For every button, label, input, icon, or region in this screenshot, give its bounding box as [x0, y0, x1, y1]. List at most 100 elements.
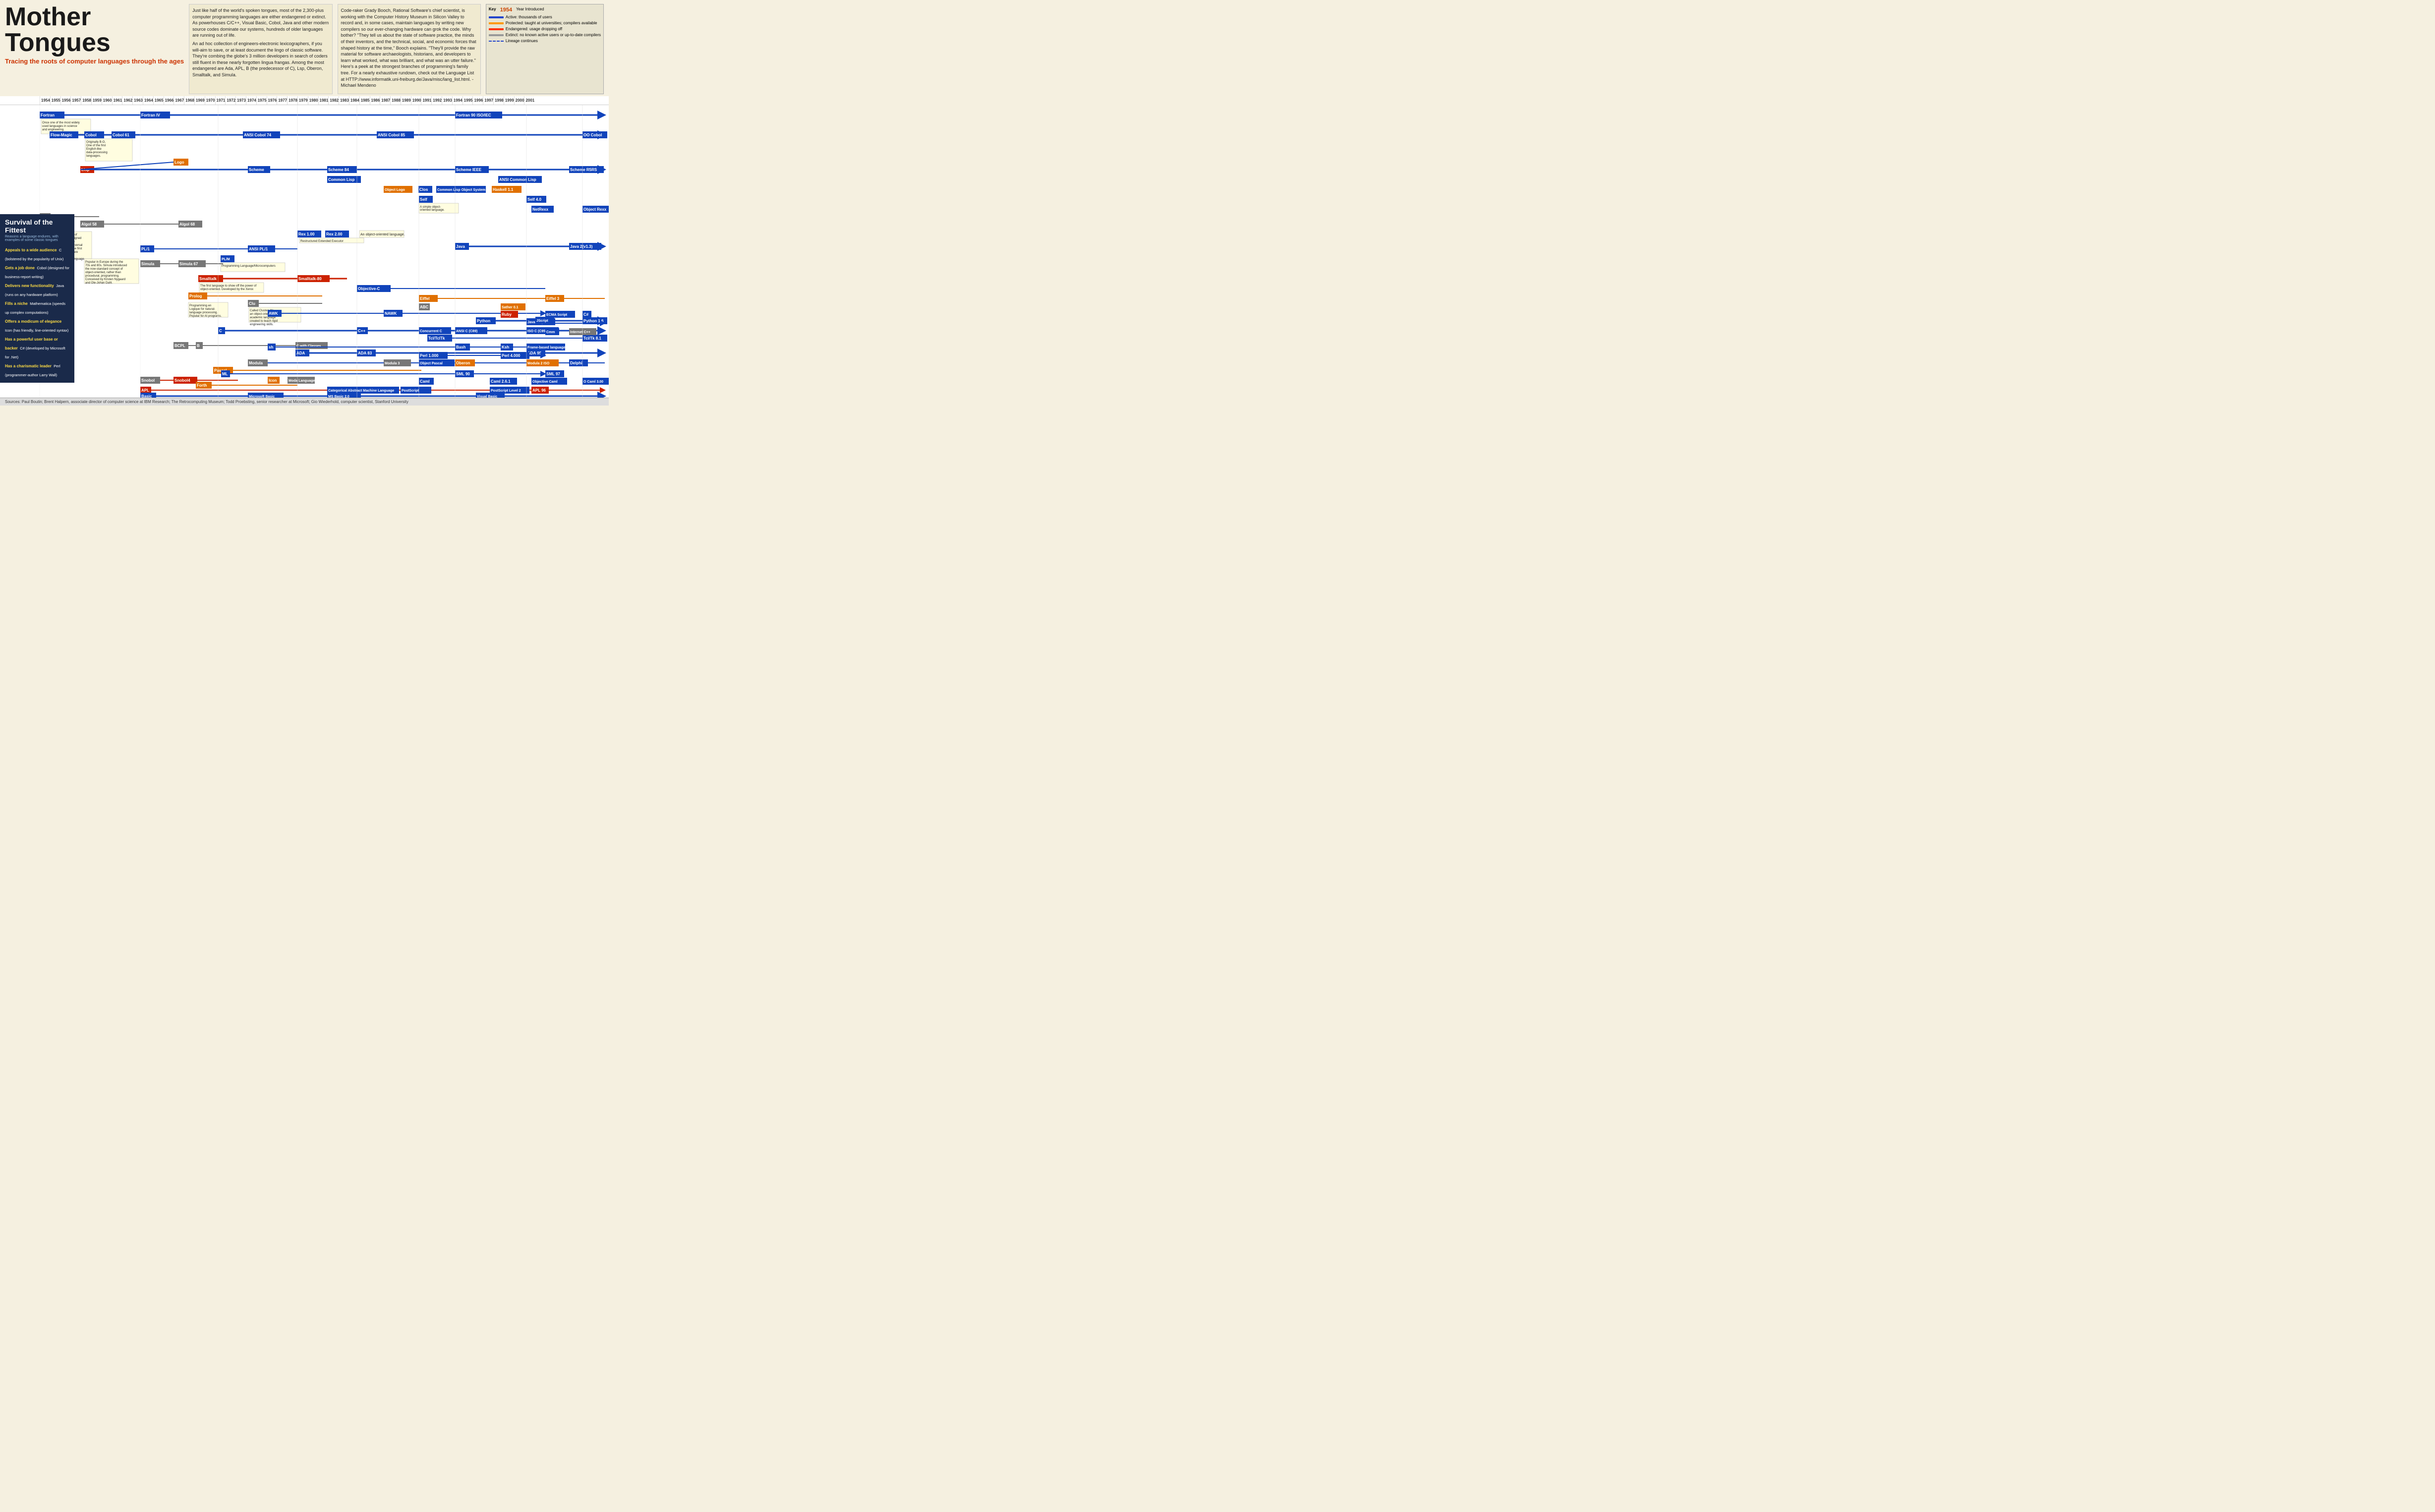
svg-text:Once one of the most widely: Once one of the most widely [42, 121, 80, 124]
year-1994: 1994 [452, 96, 463, 105]
key-protected-item: Protected: taught at universities; compi… [489, 21, 601, 25]
svg-text:Perl 1.000: Perl 1.000 [420, 353, 439, 358]
svg-text:language processing.: language processing. [189, 311, 218, 314]
svg-text:Modula 3: Modula 3 [385, 362, 400, 365]
svg-text:Sather 0.1: Sather 0.1 [502, 306, 519, 309]
svg-text:sh: sh [269, 345, 273, 349]
survival-title: Survival of the Fittest [5, 218, 69, 234]
year-1957: 1957 [70, 96, 81, 105]
svg-text:MS Basic 2.0: MS Basic 2.0 [328, 395, 349, 398]
title-block: MotherTongues Tracing the roots of compu… [5, 4, 184, 94]
svg-text:Smalltalk-80: Smalltalk-80 [298, 277, 322, 281]
svg-text:Cobol 61: Cobol 61 [113, 133, 129, 137]
svg-text:ANSI Common Lisp: ANSI Common Lisp [499, 177, 536, 182]
svg-text:Clu: Clu [249, 301, 255, 306]
svg-text:Ruby: Ruby [502, 312, 512, 317]
svg-text:Forth: Forth [197, 383, 207, 388]
key-year-sub: Year Introduced [516, 7, 544, 13]
svg-text:ADA 83: ADA 83 [358, 351, 372, 355]
year-1966: 1966 [164, 96, 174, 105]
svg-text:Clos: Clos [419, 187, 428, 192]
survival-panel: Survival of the Fittest Reasons a langua… [0, 214, 74, 383]
main-visualization: 1954 1955 1956 1957 1958 1959 1960 1961 … [0, 96, 609, 406]
svg-text:AWK: AWK [269, 311, 278, 316]
svg-text:engineering skills.: engineering skills. [250, 323, 274, 326]
year-1967: 1967 [174, 96, 184, 105]
svg-text:Object Rexx: Object Rexx [583, 207, 607, 212]
svg-text:ANSI PL/1: ANSI PL/1 [249, 247, 268, 251]
svg-text:Concurrent C: Concurrent C [420, 330, 442, 333]
svg-text:Scheme: Scheme [249, 168, 264, 172]
svg-text:Algol 58: Algol 58 [81, 222, 97, 227]
svg-text:JScript: JScript [536, 319, 548, 323]
year-1973: 1973 [235, 96, 246, 105]
svg-text:PL/M: PL/M [222, 258, 230, 261]
svg-text:C: C [219, 329, 222, 333]
svg-text:created to teach rigid: created to teach rigid [250, 320, 278, 323]
svg-text:Algol 68: Algol 68 [179, 222, 195, 227]
year-1962: 1962 [122, 96, 132, 105]
survival-reason-1: Gets a job done [5, 266, 35, 270]
svg-text:APL 96: APL 96 [532, 388, 546, 393]
year-1975: 1975 [256, 96, 267, 105]
year-1989: 1989 [401, 96, 411, 105]
svg-text:Microsoft Basic: Microsoft Basic [249, 395, 275, 398]
svg-text:Modula: Modula [249, 361, 263, 365]
year-1983: 1983 [339, 96, 349, 105]
timeline-viz: Fortran Fortran IV Fortran 90 ISO/IEC On… [0, 105, 609, 398]
key-lineage-item: Lineage continues [489, 39, 601, 43]
svg-text:Rex 1.00: Rex 1.00 [298, 232, 315, 236]
svg-text:Icon: Icon [269, 378, 277, 383]
year-1977: 1977 [277, 96, 287, 105]
svg-text:Eiffel: Eiffel [420, 296, 430, 301]
svg-text:The first language to show off: The first language to show off the power… [200, 285, 257, 288]
svg-text:Cobol: Cobol [85, 133, 97, 137]
svg-text:Restructured Extended Executor: Restructured Extended Executor [300, 240, 344, 243]
year-1998: 1998 [493, 96, 504, 105]
survival-reason-3: Fills a niche [5, 301, 28, 306]
key-endangered-line [489, 28, 504, 30]
svg-text:ISO C (C95): ISO C (C95) [527, 330, 547, 333]
description-block: Just like half of the world's spoken ton… [189, 4, 332, 94]
svg-text:C++: C++ [358, 329, 365, 333]
svg-text:Scheme IEEE: Scheme IEEE [456, 168, 482, 172]
year-1955: 1955 [50, 96, 60, 105]
svg-text:object-oriented, rather than: object-oriented, rather than [85, 271, 121, 274]
year-1984: 1984 [349, 96, 359, 105]
year-1968: 1968 [184, 96, 194, 105]
svg-text:Bash: Bash [456, 345, 466, 349]
year-ruler: 1954 1955 1956 1957 1958 1959 1960 1961 … [0, 96, 609, 105]
svg-text:Self: Self [420, 197, 427, 202]
svg-text:B: B [197, 344, 200, 348]
year-1988: 1988 [390, 96, 401, 105]
svg-text:70s and 80s. Simula introduced: 70s and 80s. Simula introduced [85, 264, 127, 267]
svg-text:Basic: Basic [141, 394, 152, 398]
svg-text:Flow-Magic: Flow-Magic [51, 133, 72, 137]
svg-text:the now-standard concept of: the now-standard concept of [85, 268, 123, 271]
key-block: Key 1954 Year Introduced Active: thousan… [486, 4, 604, 94]
survival-item-3: Fills a niche Mathematica (speeds up com… [5, 298, 69, 316]
svg-text:Logique for natural-: Logique for natural- [189, 308, 215, 311]
svg-text:One of the first: One of the first [86, 144, 106, 147]
survival-reason-4: Offers a modicum of elegance [5, 319, 61, 324]
svg-text:C#: C# [583, 312, 589, 317]
svg-text:Snobol4: Snobol4 [174, 378, 190, 383]
svg-text:An object-oriented language.: An object-oriented language. [360, 233, 405, 236]
key-extinct-line [489, 34, 504, 36]
svg-text:Self 4.0: Self 4.0 [527, 197, 542, 202]
survival-reason-0: Appeals to a wide audience [5, 248, 57, 252]
svg-text:Eiffel 3: Eiffel 3 [546, 296, 560, 301]
year-1969: 1969 [194, 96, 205, 105]
survival-reason-6: Has a charismatic leader [5, 364, 52, 368]
svg-text:PL/1: PL/1 [141, 247, 150, 251]
header: MotherTongues Tracing the roots of compu… [0, 0, 609, 96]
svg-text:Scheme 84: Scheme 84 [328, 168, 349, 172]
key-active-item: Active: thousands of users [489, 15, 601, 19]
key-active-line [489, 16, 504, 18]
year-1964: 1964 [143, 96, 153, 105]
svg-text:Python 1.6: Python 1.6 [583, 319, 604, 323]
svg-text:Popular for AI programs.: Popular for AI programs. [189, 315, 222, 318]
svg-text:Scheme R5RS: Scheme R5RS [570, 168, 597, 172]
survival-item-5: Has a powerful user base or backer C# (d… [5, 334, 69, 361]
year-1965: 1965 [153, 96, 164, 105]
